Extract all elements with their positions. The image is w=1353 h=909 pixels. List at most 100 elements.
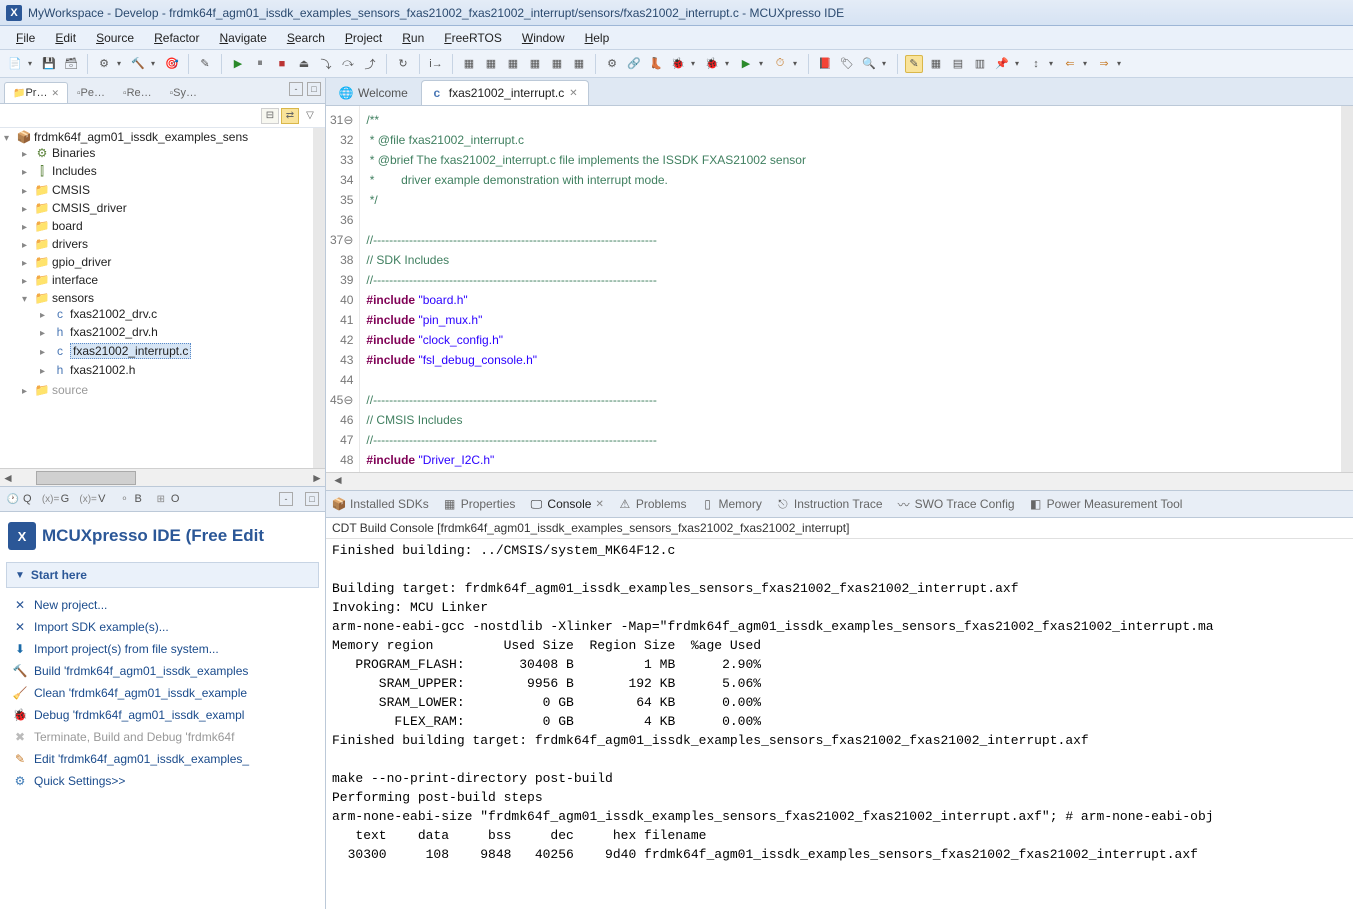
close-icon[interactable]: ✕	[569, 88, 577, 99]
view-tab[interactable]: 📁 Pr…✕	[4, 82, 68, 103]
fold-icon[interactable]: ⊖	[343, 393, 353, 407]
maximize-icon[interactable]: □	[307, 82, 321, 96]
expander-icon[interactable]: ▸	[40, 328, 52, 339]
resume-icon[interactable]: ▶	[229, 55, 247, 73]
pin-icon[interactable]: 📌	[993, 55, 1011, 73]
dropdown-icon[interactable]: ▾	[28, 59, 36, 68]
tree-node[interactable]: fxas21002_drv.h	[70, 325, 158, 339]
fold-icon[interactable]: ⊖	[343, 233, 353, 247]
expander-icon[interactable]: ▸	[40, 310, 52, 321]
quickstart-section-header[interactable]: ▼ Start here	[6, 562, 319, 588]
expander-icon[interactable]: ▸	[22, 222, 34, 233]
expander-icon[interactable]: ▾	[4, 133, 16, 144]
qs-tab[interactable]: (x)=V	[81, 492, 105, 506]
expander-icon[interactable]: ▸	[22, 276, 34, 287]
menu-source[interactable]: Source	[86, 28, 144, 48]
boot-icon[interactable]: 👢	[647, 55, 665, 73]
menu-help[interactable]: Help	[575, 28, 620, 48]
collapse-all-icon[interactable]: ⊟	[261, 108, 279, 124]
menu-refactor[interactable]: Refactor	[144, 28, 209, 48]
tree-vscroll[interactable]	[313, 128, 325, 468]
quickstart-link[interactable]: ✎Edit 'frdmk64f_agm01_issdk_examples_	[6, 748, 319, 770]
tree-node[interactable]: board	[52, 219, 83, 233]
editor-body[interactable]: 31⊖323334353637⊖3839404142434445⊖464748 …	[326, 106, 1353, 472]
editor-code[interactable]: /** * @file fxas21002_interrupt.c * @bri…	[360, 106, 1341, 472]
tree-node[interactable]: CMSIS_driver	[52, 201, 127, 215]
editor-vscroll[interactable]	[1341, 106, 1353, 472]
menu-run[interactable]: Run	[392, 28, 434, 48]
disconnect-icon[interactable]: ⏏	[295, 55, 313, 73]
new-icon[interactable]: 📄	[6, 55, 24, 73]
quickstart-link[interactable]: ⬇Import project(s) from file system...	[6, 638, 319, 660]
link-editor-icon[interactable]: ⇄	[281, 108, 299, 124]
project-tree[interactable]: ▾📦frdmk64f_agm01_issdk_examples_sens▸⚙Bi…	[0, 128, 325, 468]
bottom-tab-installed-sdks[interactable]: 📦Installed SDKs	[332, 497, 429, 511]
bottom-tab-properties[interactable]: ▦Properties	[443, 497, 516, 511]
bottom-tab-instruction-trace[interactable]: ⎋Instruction Trace	[776, 497, 883, 511]
misc-icon[interactable]: ▦	[548, 55, 566, 73]
book-icon[interactable]: 📕	[816, 55, 834, 73]
tree-node[interactable]: fxas21002_interrupt.c	[70, 343, 191, 359]
view-tab[interactable]: ▫ Re…	[114, 82, 161, 103]
bottom-tab-memory[interactable]: ▯Memory	[701, 497, 762, 511]
quickstart-link[interactable]: ✕Import SDK example(s)...	[6, 616, 319, 638]
close-icon[interactable]: ✕	[51, 88, 59, 99]
expander-icon[interactable]: ▸	[22, 258, 34, 269]
expander-icon[interactable]: ▸	[22, 167, 34, 178]
nav-icon[interactable]: ↕	[1027, 55, 1045, 73]
expander-icon[interactable]: ▸	[40, 366, 52, 377]
close-icon[interactable]: ✕	[595, 499, 603, 510]
view-tab[interactable]: ▫ Sy…	[161, 82, 206, 103]
bug-icon[interactable]: 🐞	[669, 55, 687, 73]
tree-node[interactable]: source	[52, 383, 88, 397]
pause-icon[interactable]: ⏸	[251, 55, 269, 73]
back-icon[interactable]: ⇐	[1061, 55, 1079, 73]
console-output[interactable]: Finished building: ../CMSIS/system_MK64F…	[326, 539, 1353, 909]
dropdown-icon[interactable]: ▾	[793, 59, 801, 68]
dropdown-icon[interactable]: ▾	[759, 59, 767, 68]
wand-icon[interactable]: ✎	[196, 55, 214, 73]
bottom-tab-console[interactable]: 🖵Console ✕	[529, 497, 603, 511]
bottom-tab-power-measurement-tool[interactable]: ◧Power Measurement Tool	[1029, 497, 1183, 511]
menu-search[interactable]: Search	[277, 28, 335, 48]
menu-navigate[interactable]: Navigate	[209, 28, 276, 48]
tree-node[interactable]: sensors	[52, 291, 94, 305]
save-icon[interactable]: 💾	[40, 55, 58, 73]
tree-hscroll[interactable]: ◄ ►	[0, 468, 325, 486]
run-icon[interactable]: ▶	[737, 55, 755, 73]
hammer-icon[interactable]: 🔨	[129, 55, 147, 73]
minimize-icon[interactable]: -	[279, 492, 293, 506]
view-tab[interactable]: ▫ Pe…	[68, 82, 114, 103]
dropdown-icon[interactable]: ▾	[1083, 59, 1091, 68]
expander-icon[interactable]: ▾	[22, 294, 34, 305]
misc-icon[interactable]: ▦	[570, 55, 588, 73]
instr-step-icon[interactable]: i→	[427, 55, 445, 73]
misc-icon[interactable]: ▦	[482, 55, 500, 73]
misc-icon[interactable]: ▦	[460, 55, 478, 73]
menu-file[interactable]: File	[6, 28, 45, 48]
step-into-icon[interactable]: ⤵	[317, 55, 335, 73]
restart-icon[interactable]: ↻	[394, 55, 412, 73]
dropdown-icon[interactable]: ▾	[1049, 59, 1057, 68]
tree-node[interactable]: fxas21002_drv.c	[70, 307, 157, 321]
tree-node[interactable]: frdmk64f_agm01_issdk_examples_sens	[34, 130, 248, 144]
quickstart-link[interactable]: 🐞Debug 'frdmk64f_agm01_issdk_exampl	[6, 704, 319, 726]
menu-freertos[interactable]: FreeRTOS	[434, 28, 512, 48]
search-icon[interactable]: 🔍	[860, 55, 878, 73]
fwd-icon[interactable]: ⇒	[1095, 55, 1113, 73]
expander-icon[interactable]: ▸	[22, 386, 34, 397]
tree-node[interactable]: fxas21002.h	[70, 363, 135, 377]
expander-icon[interactable]: ▸	[22, 240, 34, 251]
scroll-right-icon[interactable]: ►	[309, 471, 325, 485]
qs-tab[interactable]: 🕐Q	[6, 492, 32, 506]
stop-icon[interactable]: ■	[273, 55, 291, 73]
editor-tab[interactable]: 🌐Welcome	[330, 80, 419, 105]
tree-node[interactable]: interface	[52, 273, 98, 287]
dropdown-icon[interactable]: ▾	[691, 59, 699, 68]
scroll-left-icon[interactable]: ◄	[0, 471, 16, 485]
tree-node[interactable]: Binaries	[52, 146, 95, 160]
view-menu-icon[interactable]: ▽	[301, 108, 319, 124]
tag-icon[interactable]: 🏷	[838, 55, 856, 73]
quickstart-link[interactable]: ⚙Quick Settings>>	[6, 770, 319, 792]
qs-tab[interactable]: ⊞O	[154, 492, 180, 506]
